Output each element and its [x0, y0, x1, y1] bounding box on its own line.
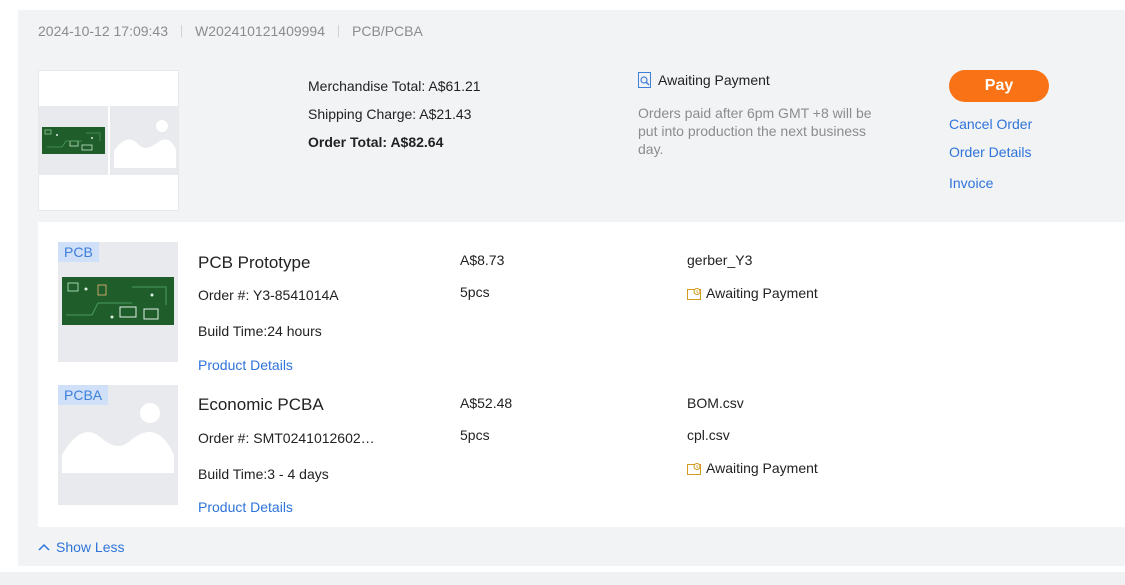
- item-build-time: Build Time:3 - 4 days: [198, 466, 329, 482]
- item-order-number: Order #: SMT0241012602…: [198, 430, 375, 446]
- order-header: 2024-10-12 17:09:43 W202410121409994 PCB…: [38, 23, 423, 39]
- placeholder-thumbnail: [110, 106, 179, 175]
- image-placeholder-icon: [114, 120, 176, 168]
- item-price: A$8.73: [460, 252, 505, 268]
- item-build-time: Build Time:24 hours: [198, 323, 322, 339]
- order-datetime: 2024-10-12 17:09:43: [38, 23, 168, 39]
- product-details-link[interactable]: Product Details: [198, 357, 293, 373]
- pcb-board-image: [62, 277, 174, 325]
- invoice-link[interactable]: Invoice: [949, 175, 1079, 191]
- image-placeholder-icon: [62, 403, 174, 473]
- order-thumbnails: [38, 70, 179, 211]
- item-file: gerber_Y3: [687, 252, 753, 268]
- item-quantity: 5pcs: [460, 427, 490, 443]
- status-row: Awaiting Payment: [638, 72, 878, 88]
- header-divider: [338, 25, 340, 37]
- order-number: W202410121409994: [195, 23, 326, 39]
- order-totals: Merchandise Total: A$61.21 Shipping Char…: [308, 72, 481, 156]
- item-title: PCB Prototype: [198, 253, 311, 272]
- order-items: PCB PCB Prototype Order #: Y3-8541014A B…: [38, 222, 1125, 527]
- order-total: Order Total: A$82.64: [308, 134, 444, 150]
- order-details-link[interactable]: Order Details: [949, 144, 1079, 160]
- pcb-thumbnail: [39, 106, 108, 175]
- pay-button[interactable]: Pay: [949, 70, 1049, 102]
- merchandise-total: Merchandise Total: A$61.21: [308, 78, 481, 94]
- cancel-order-link[interactable]: Cancel Order: [949, 116, 1079, 132]
- item-file: BOM.csv: [687, 395, 744, 411]
- item-file: cpl.csv: [687, 427, 730, 443]
- item-status: Awaiting Payment: [687, 285, 818, 301]
- item-price: A$52.48: [460, 395, 513, 411]
- product-details-link[interactable]: Product Details: [198, 499, 293, 515]
- status-label: Awaiting Payment: [658, 72, 770, 88]
- item-image: PCBA: [58, 385, 178, 505]
- order-status: Awaiting Payment Orders paid after 6pm G…: [638, 72, 878, 158]
- order-category: PCB/PCBA: [352, 23, 423, 39]
- search-document-icon: [638, 72, 651, 88]
- shipping-charge: Shipping Charge: A$21.43: [308, 106, 472, 122]
- show-less-label: Show Less: [56, 539, 125, 555]
- item-status: Awaiting Payment: [687, 460, 818, 476]
- show-less-toggle[interactable]: Show Less: [38, 539, 124, 555]
- item-tag: PCB: [58, 242, 99, 262]
- order-card: 2024-10-12 17:09:43 W202410121409994 PCB…: [18, 10, 1125, 566]
- chevron-up-icon: [38, 543, 50, 551]
- item-image: PCB: [58, 242, 178, 362]
- order-item: PCBA Economic PCBA Order #: SMT024101260…: [38, 385, 1125, 515]
- order-item: PCB PCB Prototype Order #: Y3-8541014A B…: [38, 242, 1125, 373]
- bottom-strip: [0, 572, 1125, 585]
- wallet-icon: [687, 462, 701, 475]
- item-status-label: Awaiting Payment: [706, 285, 818, 301]
- item-status-label: Awaiting Payment: [706, 460, 818, 476]
- item-title: Economic PCBA: [198, 395, 324, 414]
- item-quantity: 5pcs: [460, 284, 490, 300]
- wallet-icon: [687, 287, 701, 300]
- item-order-number: Order #: Y3-8541014A: [198, 287, 339, 303]
- order-actions: Pay Cancel Order Order Details Invoice: [949, 70, 1079, 191]
- status-note: Orders paid after 6pm GMT +8 will be put…: [638, 105, 872, 157]
- header-divider: [181, 25, 182, 37]
- pcb-board-image: [42, 127, 105, 154]
